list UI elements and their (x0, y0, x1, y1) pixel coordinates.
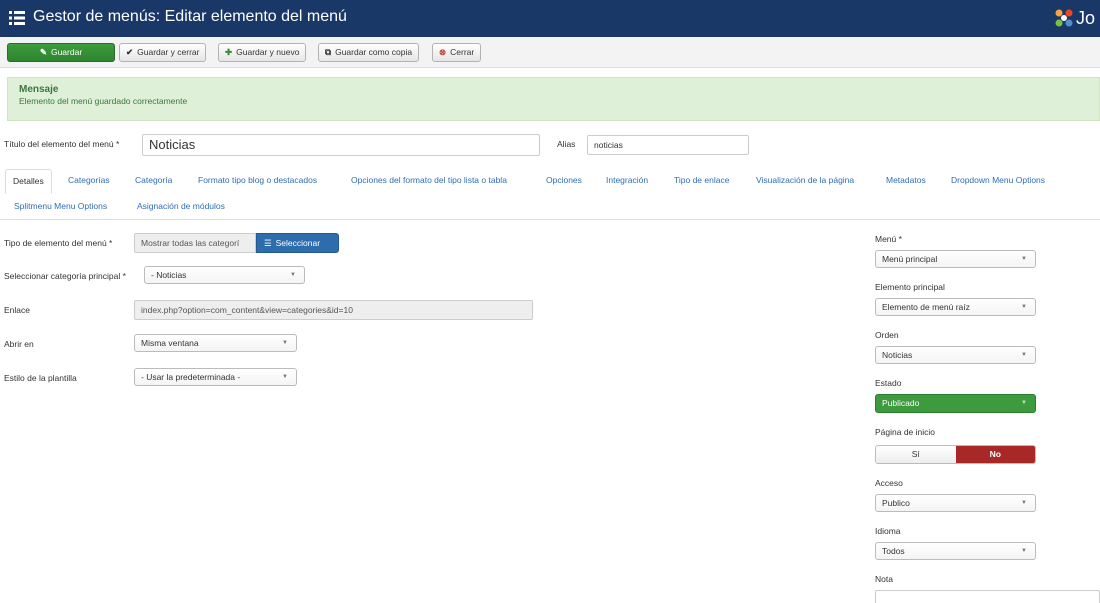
chevron-down-icon: ▼ (282, 374, 288, 380)
select-type-button[interactable]: ☰ Seleccionar (256, 233, 339, 253)
title-input[interactable]: Noticias (142, 134, 540, 156)
state-select[interactable]: Publicado ▼ (875, 394, 1036, 413)
copy-icon: ⧉ (325, 47, 332, 57)
tab-asignacion-modulos[interactable]: Asignación de módulos (137, 201, 225, 211)
edit-icon: ✎ (39, 47, 47, 57)
save-new-button[interactable]: ✚ Guardar y nuevo (218, 43, 307, 62)
chevron-down-icon: ▼ (1021, 400, 1027, 406)
success-message: Mensaje Elemento del menú guardado corre… (7, 77, 1100, 121)
tab-bar: Detalles Categorías Categoría Formato ti… (0, 165, 1100, 220)
language-select[interactable]: Todos ▼ (875, 542, 1036, 560)
order-label: Orden (875, 330, 899, 340)
tab-formato-lista[interactable]: Opciones del formato del tipo lista o ta… (351, 175, 507, 185)
tab-splitmenu-options[interactable]: Splitmenu Menu Options (14, 201, 107, 211)
tab-opciones[interactable]: Opciones (546, 175, 582, 185)
home-page-toggle: Sí No (875, 445, 1036, 464)
note-label: Nota (875, 574, 893, 584)
tab-visualizacion[interactable]: Visualización de la página (756, 175, 854, 185)
tab-categoria[interactable]: Categoría (135, 175, 172, 185)
title-label: Título del elemento del menú * (4, 139, 120, 149)
tab-dropdown-options[interactable]: Dropdown Menu Options (951, 175, 1045, 185)
home-yes-option[interactable]: Sí (876, 446, 956, 463)
save-copy-button[interactable]: ⧉ Guardar como copia (318, 43, 420, 62)
app-header: Gestor de menús: Editar elemento del men… (0, 0, 1100, 37)
home-no-option[interactable]: No (955, 446, 1035, 463)
home-page-label: Página de inicio (875, 427, 936, 437)
tab-detalles[interactable]: Detalles (5, 169, 52, 194)
joomla-logo-icon (1055, 9, 1073, 27)
chevron-down-icon: ▼ (1021, 548, 1027, 554)
logo-text: Jo (1076, 8, 1096, 28)
order-select[interactable]: Noticias ▼ (875, 346, 1036, 364)
chevron-down-icon: ▼ (1021, 500, 1027, 506)
menu-label: Menú * (875, 234, 902, 244)
note-input[interactable] (875, 590, 1100, 603)
menu-select[interactable]: Menú principal ▼ (875, 250, 1036, 268)
tab-integracion[interactable]: Integración (606, 175, 648, 185)
open-in-label: Abrir en (4, 339, 34, 349)
access-select[interactable]: Publico ▼ (875, 494, 1036, 512)
page-title: Gestor de menús: Editar elemento del men… (33, 8, 347, 25)
tab-tipo-enlace[interactable]: Tipo de enlace (674, 175, 729, 185)
joomla-logo[interactable]: Jo (1054, 8, 1095, 29)
list-icon (9, 11, 25, 25)
chevron-down-icon: ▼ (1021, 256, 1027, 262)
open-in-select[interactable]: Misma ventana ▼ (134, 334, 297, 352)
message-text: Elemento del menú guardado correctamente (19, 96, 188, 106)
parent-category-label: Seleccionar categoría principal * (4, 271, 126, 281)
plus-icon: ✚ (225, 47, 233, 57)
tab-formato-blog[interactable]: Formato tipo blog o destacados (198, 175, 317, 185)
link-field: index.php?option=com_content&view=catego… (134, 300, 533, 320)
cancel-icon: ⊗ (439, 47, 447, 57)
menu-item-type-field: Mostrar todas las categorí (134, 233, 256, 253)
save-button[interactable]: ✎ Guardar (7, 43, 115, 62)
parent-item-label: Elemento principal (875, 282, 945, 292)
template-style-select[interactable]: - Usar la predeterminada - ▼ (134, 368, 297, 386)
message-heading: Mensaje (19, 84, 59, 95)
parent-item-select[interactable]: Elemento de menú raíz ▼ (875, 298, 1036, 316)
parent-category-select[interactable]: - Noticias ▼ (144, 266, 305, 284)
alias-label: Alias (557, 139, 576, 149)
chevron-down-icon: ▼ (1021, 352, 1027, 358)
toolbar: ✎ Guardar ✔ Guardar y cerrar ✚ Guardar y nu… (0, 37, 1100, 68)
chevron-down-icon: ▼ (282, 340, 288, 346)
chevron-down-icon: ▼ (1021, 304, 1027, 310)
tab-categorias[interactable]: Categorías (68, 175, 110, 185)
list-icon: ☰ (264, 238, 272, 248)
language-label: Idioma (875, 526, 901, 536)
close-button[interactable]: ⊗ Cerrar (432, 43, 482, 62)
access-label: Acceso (875, 478, 903, 488)
save-close-button[interactable]: ✔ Guardar y cerrar (119, 43, 207, 62)
check-icon: ✔ (126, 47, 134, 57)
menu-item-type-label: Tipo de elemento del menú * (4, 238, 113, 248)
alias-input[interactable]: noticias (587, 135, 749, 155)
template-style-label: Estilo de la plantilla (4, 373, 77, 383)
state-label: Estado (875, 378, 902, 388)
chevron-down-icon: ▼ (290, 272, 296, 278)
link-label: Enlace (4, 305, 30, 315)
tab-metadatos[interactable]: Metadatos (886, 175, 926, 185)
